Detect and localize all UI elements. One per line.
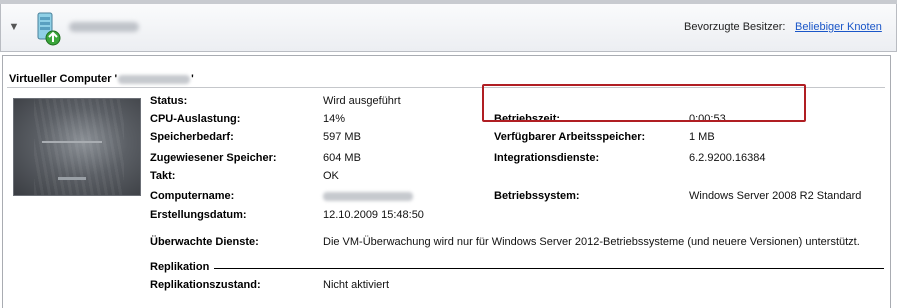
heartbeat-label: Takt:	[150, 170, 176, 182]
os-label: Betriebssystem:	[494, 190, 580, 202]
replication-state-label: Replikationszustand:	[150, 279, 261, 291]
cpu-value: 14%	[323, 113, 346, 125]
assigned-memory-value: 604 MB	[323, 152, 361, 164]
monitored-services-label: Überwachte Dienste:	[150, 236, 259, 248]
preferred-owners-label: Bevorzugte Besitzer:	[684, 21, 786, 33]
os-value: Windows Server 2008 R2 Standard	[689, 190, 862, 202]
integration-services-label: Integrationsdienste:	[494, 152, 600, 164]
replication-divider	[214, 268, 884, 269]
monitored-services-value: Die VM-Überwachung wird nur für Windows …	[323, 236, 860, 248]
status-value: Wird ausgeführt	[323, 95, 401, 107]
created-value: 12.10.2009 15:48:50	[323, 209, 424, 221]
integration-services-value: 6.2.9200.16384	[689, 152, 766, 164]
computer-name-label: Computername:	[150, 190, 235, 202]
heartbeat-value: OK	[323, 170, 339, 182]
chevron-down-icon[interactable]: ▼	[7, 20, 21, 34]
memory-demand-label: Speicherbedarf:	[150, 131, 234, 143]
replication-section-title: Replikation	[150, 261, 210, 273]
vm-title: Virtueller Computer ' '	[9, 73, 194, 85]
created-label: Erstellungsdatum:	[150, 209, 247, 221]
available-memory-label: Verfügbarer Arbeitsspeicher:	[494, 131, 646, 143]
available-memory-value: 1 MB	[689, 131, 715, 143]
memory-demand-value: 597 MB	[323, 131, 361, 143]
replication-state-value: Nicht aktiviert	[323, 279, 390, 291]
server-icon	[31, 12, 63, 46]
role-name-redacted	[69, 22, 139, 32]
vm-name-redacted	[118, 74, 191, 84]
any-node-link[interactable]: Beliebiger Knoten	[795, 21, 882, 33]
integration-services-highlight	[482, 84, 806, 122]
group-header: ▼ Bevorzugte Besitzer: Beliebiger Knoten	[0, 4, 897, 52]
status-label: Status:	[150, 95, 188, 107]
assigned-memory-label: Zugewiesener Speicher:	[150, 152, 277, 164]
computer-name-redacted	[323, 192, 413, 201]
cpu-label: CPU-Auslastung:	[150, 113, 241, 125]
vm-thumbnail[interactable]	[13, 98, 141, 196]
